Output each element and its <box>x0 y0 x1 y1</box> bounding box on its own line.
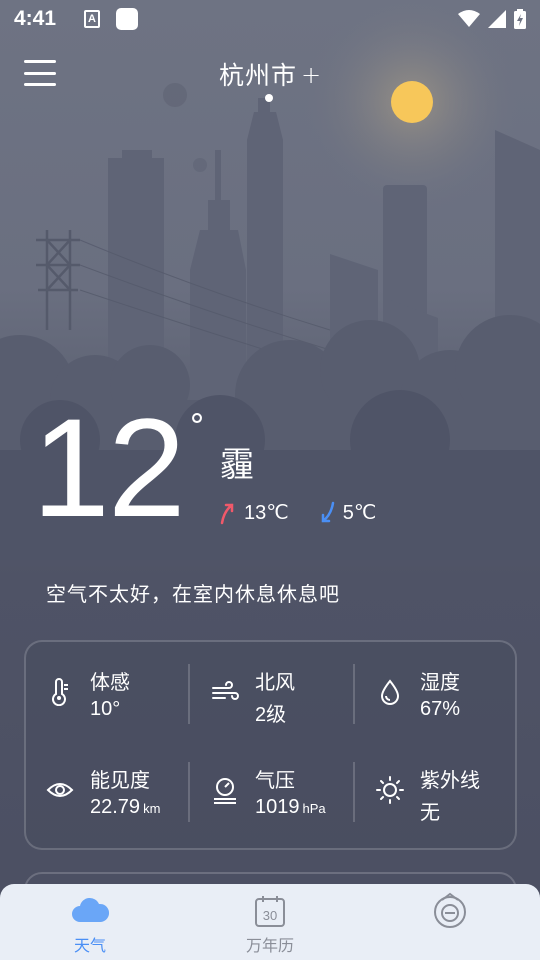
nav-tab-fortune[interactable] <box>360 884 540 960</box>
status-bar: 4:41 A <box>0 0 540 38</box>
wifi-icon <box>458 10 480 27</box>
detail-value: 10° <box>90 698 121 720</box>
detail-humidity: 湿度 67% <box>356 642 520 740</box>
notification-app-icon: A <box>84 10 101 28</box>
detail-pressure: 气压 1019 hPa <box>191 740 355 838</box>
current-temperature: 12 <box>32 389 186 546</box>
detail-visibility: 能见度 22.79 km <box>26 740 190 838</box>
detail-value: 2级 <box>255 704 287 726</box>
detail-label: 体感 <box>90 670 130 694</box>
header: 杭州市 + <box>0 56 540 106</box>
low-temperature: 5℃ <box>342 502 377 524</box>
detail-label: 紫外线 <box>420 768 480 792</box>
nav-tab-calendar[interactable]: 30 万年历 <box>180 884 360 960</box>
arrow-down-icon <box>321 501 334 522</box>
battery-icon <box>514 9 526 29</box>
detail-value: 1019 hPa <box>255 796 326 818</box>
weather-details-card: 体感 10° 北风 2级 湿度 67% 能见度 22.79 km 气压 1019 h… <box>24 640 517 850</box>
pressure-gauge-icon <box>214 778 236 804</box>
cloud-icon <box>72 897 110 922</box>
arrow-up-icon <box>220 503 234 524</box>
thermometer-icon <box>52 678 68 706</box>
bottom-nav: 天气 30 万年历 <box>0 884 540 960</box>
detail-value: 无 <box>420 802 440 824</box>
notification-square-icon <box>116 8 139 30</box>
nav-tab-weather[interactable]: 天气 <box>0 884 180 960</box>
detail-value: 67% <box>420 698 461 720</box>
add-city-icon[interactable]: + <box>301 61 321 89</box>
fortune-icon <box>434 892 466 928</box>
status-time: 4:41 <box>14 7 57 30</box>
degree-sign: ° <box>189 407 205 445</box>
signal-icon <box>488 10 506 28</box>
detail-value: 22.79 km <box>90 796 161 818</box>
detail-label: 能见度 <box>90 768 150 792</box>
detail-uv: 紫外线 无 <box>356 740 520 838</box>
current-weather: 12 ° 霾 13℃ 5℃ <box>32 389 532 546</box>
detail-wind: 北风 2级 <box>191 642 355 740</box>
calendar-icon: 30 <box>255 896 285 927</box>
nav-label: 天气 <box>73 936 106 955</box>
weather-advice: 空气不太好，在室内休息休息吧 <box>46 582 340 606</box>
detail-label: 气压 <box>255 768 295 792</box>
high-low-temperature: 13℃ 5℃ <box>218 500 404 525</box>
humidity-drop-icon <box>380 679 400 705</box>
detail-label: 北风 <box>255 670 295 694</box>
page-indicator-dot <box>265 94 273 102</box>
high-temperature: 13℃ <box>244 502 289 524</box>
detail-feels-like: 体感 10° <box>26 642 190 740</box>
nav-label: 万年历 <box>245 936 294 955</box>
detail-label: 湿度 <box>420 670 460 694</box>
weather-condition: 霾 <box>220 445 254 485</box>
city-name[interactable]: 杭州市 <box>219 56 297 92</box>
sun-uv-icon <box>376 776 404 804</box>
wind-icon <box>212 681 239 700</box>
calendar-day: 30 <box>263 908 277 923</box>
eye-icon <box>46 783 74 797</box>
